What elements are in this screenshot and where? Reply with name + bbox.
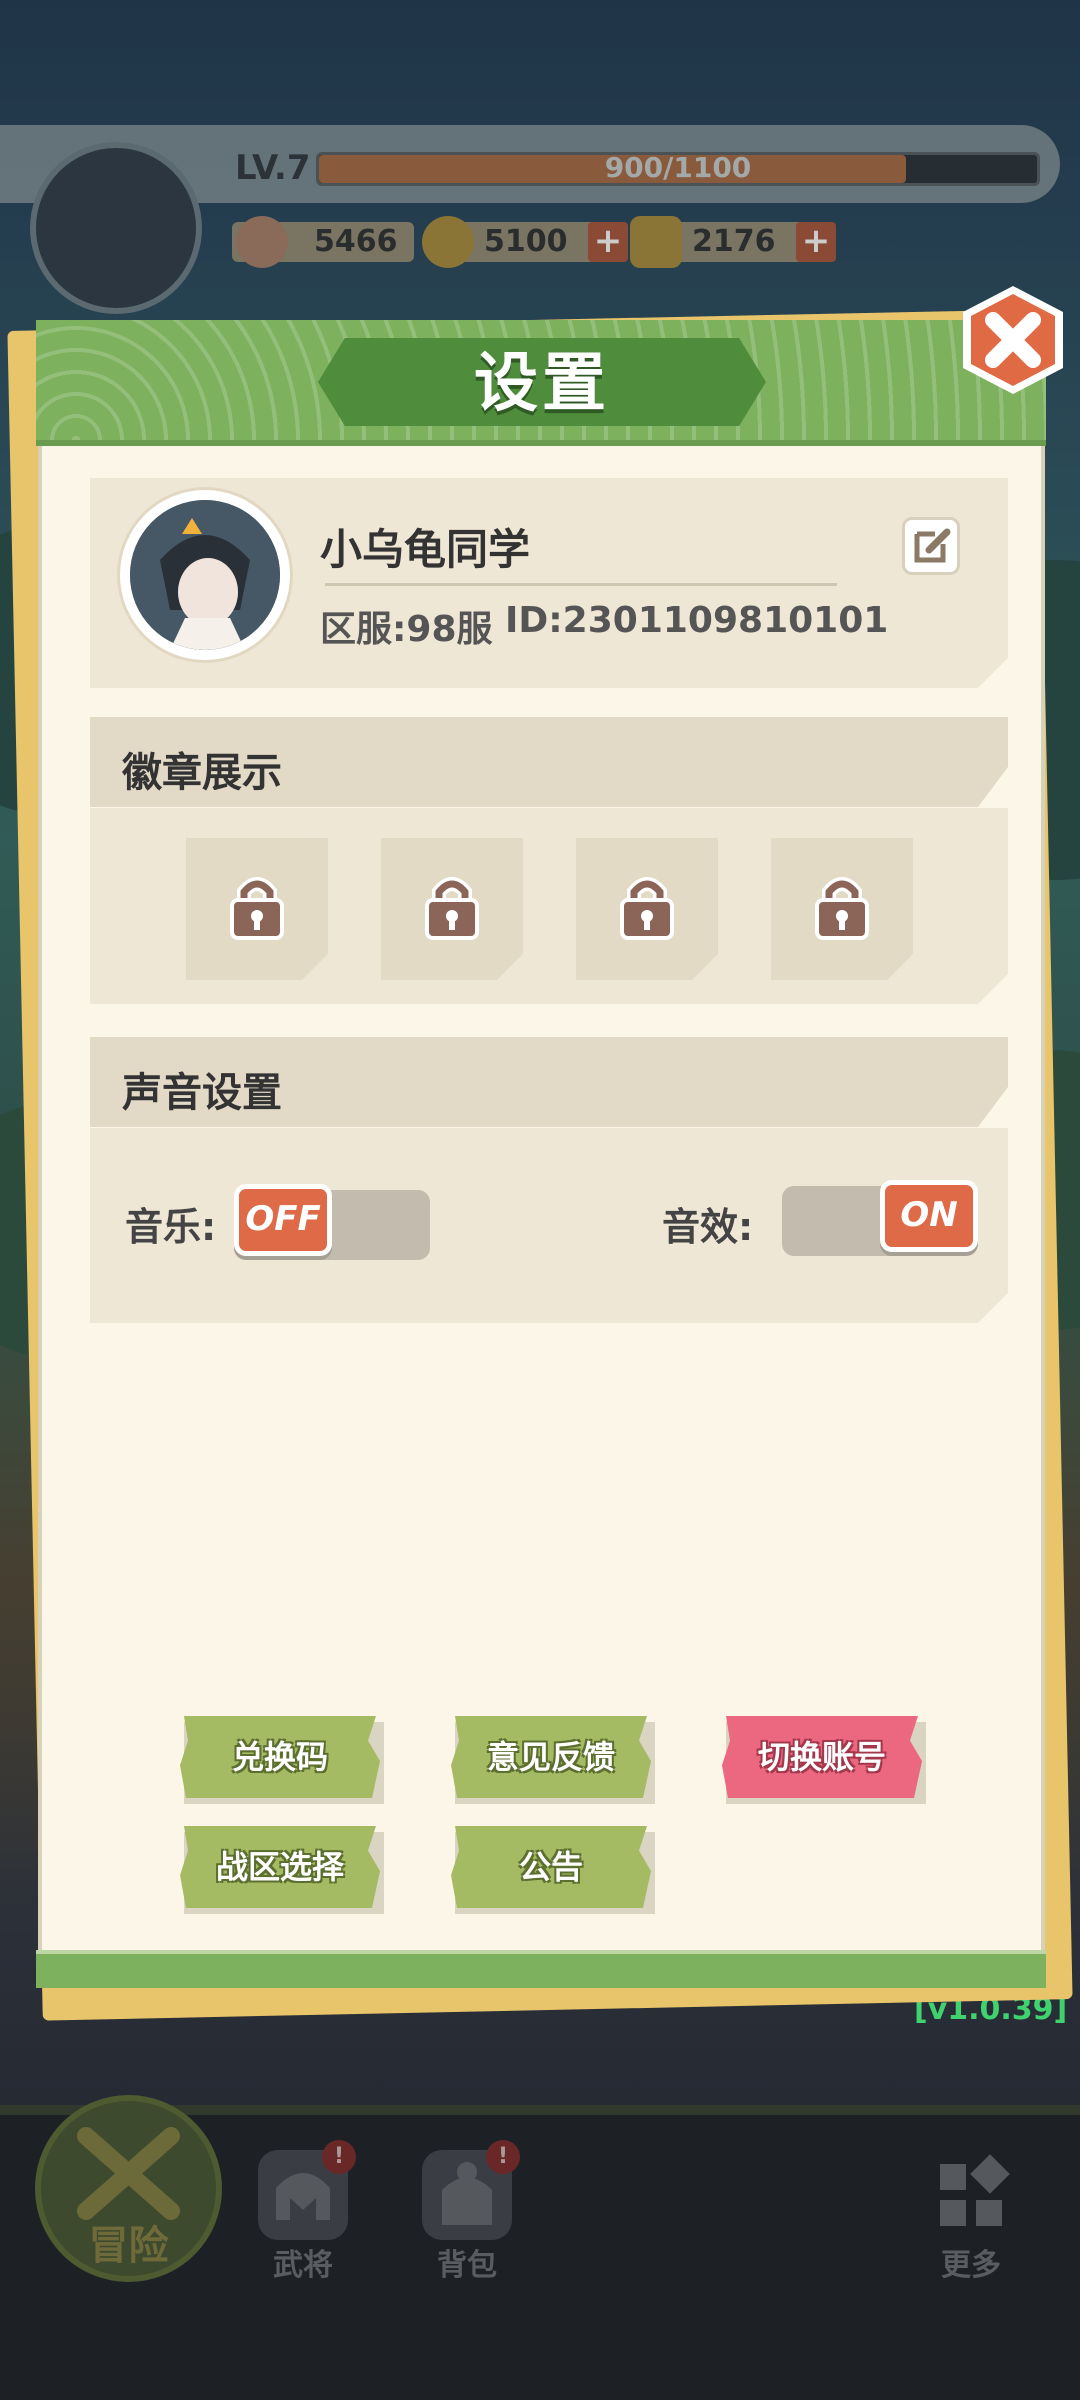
- sound-section-title: 声音设置: [122, 1070, 282, 1116]
- sfx-label: 音效:: [662, 1205, 754, 1249]
- ingot-display: 2176 +: [630, 216, 836, 268]
- avatar-image: [130, 500, 280, 650]
- coin-value: 5100: [484, 224, 568, 259]
- profile-divider: [325, 583, 837, 586]
- modal-title: 设置: [474, 347, 610, 421]
- nav-more-label: 更多: [941, 2248, 1001, 2283]
- lock-icon: [815, 877, 869, 940]
- close-button[interactable]: [955, 282, 1071, 398]
- xp-bar: 900/1100: [316, 151, 1040, 186]
- nav-generals-label: 武将: [273, 2248, 333, 2283]
- generals-alert-badge: !: [322, 2140, 356, 2174]
- power-display: 5466: [232, 216, 414, 268]
- server-select-button[interactable]: 战区选择: [180, 1826, 380, 1908]
- power-value: 5466: [314, 224, 398, 259]
- music-toggle[interactable]: OFF: [234, 1184, 430, 1260]
- music-label: 音乐:: [125, 1205, 217, 1249]
- grid-icon: [940, 2154, 1010, 2226]
- badge-section-title: 徽章展示: [122, 750, 282, 796]
- player-id: ID:2301109810101: [505, 600, 889, 641]
- coin-display: 5100 +: [422, 216, 628, 268]
- server-label: 区服:98服: [320, 609, 493, 650]
- nav-adventure-button[interactable]: 冒险: [35, 2095, 222, 2282]
- player-avatar-top[interactable]: [30, 142, 202, 314]
- lock-icon: [425, 877, 479, 940]
- player-level: LV.7: [235, 148, 311, 188]
- nav-adventure-label: 冒险: [88, 2223, 169, 2269]
- redeem-code-button[interactable]: 兑换码: [180, 1716, 380, 1798]
- feedback-button[interactable]: 意见反馈: [451, 1716, 651, 1798]
- announcement-button[interactable]: 公告: [451, 1826, 651, 1908]
- switch-account-button[interactable]: 切换账号: [722, 1716, 922, 1798]
- ingot-value: 2176: [692, 224, 776, 259]
- nav-more-button[interactable]: [926, 2150, 1016, 2240]
- gold-ingot-icon: [630, 216, 682, 268]
- xp-text: 900/1100: [604, 151, 752, 184]
- edit-icon: [914, 528, 951, 563]
- music-toggle-knob: OFF: [234, 1184, 332, 1256]
- lock-icon: [620, 877, 674, 940]
- coin-icon: [422, 216, 474, 268]
- nav-backpack-label: 背包: [437, 2248, 497, 2283]
- player-nickname: 小乌龟同学: [320, 525, 531, 574]
- sfx-toggle[interactable]: ON: [782, 1180, 978, 1256]
- add-coins-button[interactable]: +: [588, 222, 628, 262]
- edit-nickname-button[interactable]: [902, 517, 960, 575]
- modal-footer: [36, 1950, 1046, 1988]
- lock-icon: [230, 877, 284, 940]
- add-ingots-button[interactable]: +: [796, 222, 836, 262]
- sfx-toggle-knob: ON: [880, 1180, 978, 1252]
- crossed-swords-icon: [236, 216, 288, 268]
- close-icon: [963, 286, 1063, 394]
- backpack-alert-badge: !: [486, 2140, 520, 2174]
